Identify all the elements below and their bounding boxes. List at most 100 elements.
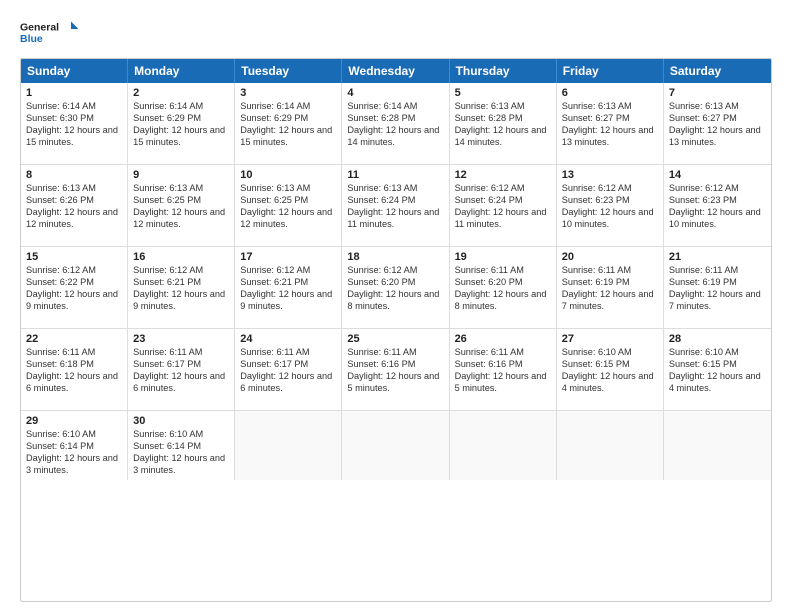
calendar-header: SundayMondayTuesdayWednesdayThursdayFrid… <box>21 59 771 83</box>
day-number: 11 <box>347 168 443 182</box>
day-header-monday: Monday <box>128 59 235 83</box>
table-row: 27Sunrise: 6:10 AMSunset: 6:15 PMDayligh… <box>557 329 664 411</box>
day-info: Sunrise: 6:12 AMSunset: 6:21 PMDaylight:… <box>240 265 332 311</box>
day-info: Sunrise: 6:12 AMSunset: 6:23 PMDaylight:… <box>562 183 654 229</box>
table-row: 1Sunrise: 6:14 AMSunset: 6:30 PMDaylight… <box>21 83 128 165</box>
table-row: 2Sunrise: 6:14 AMSunset: 6:29 PMDaylight… <box>128 83 235 165</box>
day-number: 4 <box>347 86 443 100</box>
svg-text:General: General <box>20 22 59 34</box>
day-info: Sunrise: 6:11 AMSunset: 6:17 PMDaylight:… <box>240 347 332 393</box>
day-info: Sunrise: 6:13 AMSunset: 6:26 PMDaylight:… <box>26 183 118 229</box>
day-number: 6 <box>562 86 658 100</box>
table-row: 29Sunrise: 6:10 AMSunset: 6:14 PMDayligh… <box>21 411 128 480</box>
day-number: 22 <box>26 332 122 346</box>
logo: General Blue <box>20 16 80 48</box>
table-row: 7Sunrise: 6:13 AMSunset: 6:27 PMDaylight… <box>664 83 771 165</box>
day-number: 3 <box>240 86 336 100</box>
day-number: 9 <box>133 168 229 182</box>
day-header-tuesday: Tuesday <box>235 59 342 83</box>
day-info: Sunrise: 6:13 AMSunset: 6:25 PMDaylight:… <box>240 183 332 229</box>
day-info: Sunrise: 6:11 AMSunset: 6:18 PMDaylight:… <box>26 347 118 393</box>
day-number: 26 <box>455 332 551 346</box>
table-row: 3Sunrise: 6:14 AMSunset: 6:29 PMDaylight… <box>235 83 342 165</box>
table-row: 30Sunrise: 6:10 AMSunset: 6:14 PMDayligh… <box>128 411 235 480</box>
day-number: 28 <box>669 332 766 346</box>
table-row <box>342 411 449 480</box>
day-number: 14 <box>669 168 766 182</box>
table-row: 11Sunrise: 6:13 AMSunset: 6:24 PMDayligh… <box>342 165 449 247</box>
day-number: 16 <box>133 250 229 264</box>
day-info: Sunrise: 6:11 AMSunset: 6:16 PMDaylight:… <box>347 347 439 393</box>
day-info: Sunrise: 6:10 AMSunset: 6:14 PMDaylight:… <box>26 429 118 475</box>
day-info: Sunrise: 6:12 AMSunset: 6:24 PMDaylight:… <box>455 183 547 229</box>
day-number: 24 <box>240 332 336 346</box>
day-info: Sunrise: 6:11 AMSunset: 6:20 PMDaylight:… <box>455 265 547 311</box>
table-row: 21Sunrise: 6:11 AMSunset: 6:19 PMDayligh… <box>664 247 771 329</box>
table-row: 10Sunrise: 6:13 AMSunset: 6:25 PMDayligh… <box>235 165 342 247</box>
table-row: 28Sunrise: 6:10 AMSunset: 6:15 PMDayligh… <box>664 329 771 411</box>
table-row: 4Sunrise: 6:14 AMSunset: 6:28 PMDaylight… <box>342 83 449 165</box>
day-info: Sunrise: 6:13 AMSunset: 6:28 PMDaylight:… <box>455 101 547 147</box>
day-info: Sunrise: 6:11 AMSunset: 6:16 PMDaylight:… <box>455 347 547 393</box>
day-number: 30 <box>133 414 229 428</box>
table-row: 26Sunrise: 6:11 AMSunset: 6:16 PMDayligh… <box>450 329 557 411</box>
day-number: 13 <box>562 168 658 182</box>
day-number: 1 <box>26 86 122 100</box>
logo-icon: General Blue <box>20 16 80 48</box>
table-row: 9Sunrise: 6:13 AMSunset: 6:25 PMDaylight… <box>128 165 235 247</box>
table-row: 22Sunrise: 6:11 AMSunset: 6:18 PMDayligh… <box>21 329 128 411</box>
day-number: 29 <box>26 414 122 428</box>
day-header-sunday: Sunday <box>21 59 128 83</box>
header: General Blue <box>20 16 772 48</box>
day-info: Sunrise: 6:14 AMSunset: 6:28 PMDaylight:… <box>347 101 439 147</box>
day-number: 15 <box>26 250 122 264</box>
day-info: Sunrise: 6:11 AMSunset: 6:19 PMDaylight:… <box>669 265 761 311</box>
table-row: 20Sunrise: 6:11 AMSunset: 6:19 PMDayligh… <box>557 247 664 329</box>
day-number: 8 <box>26 168 122 182</box>
day-number: 20 <box>562 250 658 264</box>
day-number: 5 <box>455 86 551 100</box>
table-row <box>235 411 342 480</box>
day-info: Sunrise: 6:11 AMSunset: 6:17 PMDaylight:… <box>133 347 225 393</box>
page: General Blue SundayMondayTuesdayWednesda… <box>0 0 792 612</box>
day-number: 18 <box>347 250 443 264</box>
calendar: SundayMondayTuesdayWednesdayThursdayFrid… <box>20 58 772 602</box>
day-info: Sunrise: 6:12 AMSunset: 6:22 PMDaylight:… <box>26 265 118 311</box>
table-row: 5Sunrise: 6:13 AMSunset: 6:28 PMDaylight… <box>450 83 557 165</box>
table-row <box>664 411 771 480</box>
day-info: Sunrise: 6:12 AMSunset: 6:23 PMDaylight:… <box>669 183 761 229</box>
day-number: 23 <box>133 332 229 346</box>
day-info: Sunrise: 6:13 AMSunset: 6:27 PMDaylight:… <box>669 101 761 147</box>
day-header-thursday: Thursday <box>450 59 557 83</box>
day-header-saturday: Saturday <box>664 59 771 83</box>
table-row: 14Sunrise: 6:12 AMSunset: 6:23 PMDayligh… <box>664 165 771 247</box>
table-row: 15Sunrise: 6:12 AMSunset: 6:22 PMDayligh… <box>21 247 128 329</box>
day-info: Sunrise: 6:12 AMSunset: 6:21 PMDaylight:… <box>133 265 225 311</box>
day-number: 19 <box>455 250 551 264</box>
day-header-wednesday: Wednesday <box>342 59 449 83</box>
day-info: Sunrise: 6:14 AMSunset: 6:29 PMDaylight:… <box>133 101 225 147</box>
day-number: 12 <box>455 168 551 182</box>
table-row: 13Sunrise: 6:12 AMSunset: 6:23 PMDayligh… <box>557 165 664 247</box>
day-info: Sunrise: 6:14 AMSunset: 6:29 PMDaylight:… <box>240 101 332 147</box>
day-info: Sunrise: 6:12 AMSunset: 6:20 PMDaylight:… <box>347 265 439 311</box>
day-info: Sunrise: 6:13 AMSunset: 6:24 PMDaylight:… <box>347 183 439 229</box>
day-number: 27 <box>562 332 658 346</box>
day-number: 2 <box>133 86 229 100</box>
table-row <box>450 411 557 480</box>
day-info: Sunrise: 6:11 AMSunset: 6:19 PMDaylight:… <box>562 265 654 311</box>
day-number: 25 <box>347 332 443 346</box>
day-info: Sunrise: 6:10 AMSunset: 6:15 PMDaylight:… <box>562 347 654 393</box>
day-info: Sunrise: 6:13 AMSunset: 6:25 PMDaylight:… <box>133 183 225 229</box>
day-info: Sunrise: 6:10 AMSunset: 6:15 PMDaylight:… <box>669 347 761 393</box>
table-row: 16Sunrise: 6:12 AMSunset: 6:21 PMDayligh… <box>128 247 235 329</box>
day-number: 17 <box>240 250 336 264</box>
table-row: 12Sunrise: 6:12 AMSunset: 6:24 PMDayligh… <box>450 165 557 247</box>
table-row: 19Sunrise: 6:11 AMSunset: 6:20 PMDayligh… <box>450 247 557 329</box>
table-row: 24Sunrise: 6:11 AMSunset: 6:17 PMDayligh… <box>235 329 342 411</box>
day-number: 7 <box>669 86 766 100</box>
table-row: 6Sunrise: 6:13 AMSunset: 6:27 PMDaylight… <box>557 83 664 165</box>
table-row: 25Sunrise: 6:11 AMSunset: 6:16 PMDayligh… <box>342 329 449 411</box>
day-info: Sunrise: 6:13 AMSunset: 6:27 PMDaylight:… <box>562 101 654 147</box>
day-number: 21 <box>669 250 766 264</box>
